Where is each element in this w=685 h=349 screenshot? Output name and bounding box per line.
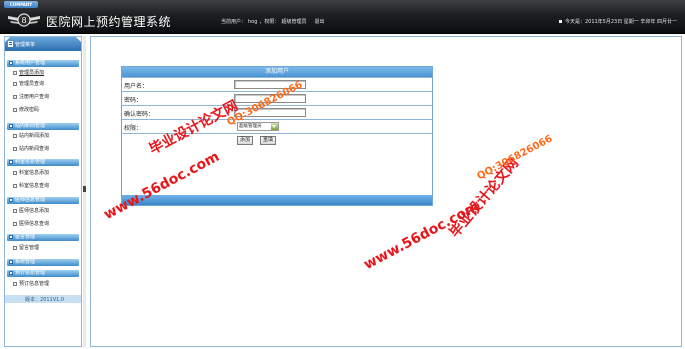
sidebar-item-admin-add[interactable]: 管理员添加 [13, 69, 79, 78]
group-system-users[interactable]: 系统用户管理 [7, 60, 79, 67]
group-icon [9, 235, 13, 239]
page-icon [13, 71, 17, 75]
sidebar-item-message-manage[interactable]: 留言管理 [13, 244, 79, 253]
group-doctors[interactable]: 医师信息管理 [7, 197, 79, 204]
company-label: COMPANY [4, 1, 38, 8]
current-user-info: 当前用户： hog ，权限： 超级管理员 退出 [221, 18, 326, 25]
sidebar: 管理菜单 系统用户管理 管理员添加 管理员查询 注册用户查询 修改密码 站内新闻… [4, 36, 82, 347]
group-icon [9, 198, 13, 202]
sidebar-item-label: 医师信息查询 [19, 221, 50, 227]
sidebar-item-news-add[interactable]: 站内新闻添加 [13, 132, 79, 141]
page-icon [13, 108, 17, 112]
sidebar-footer: 版本：2011V1.0 [5, 295, 81, 303]
group-site-news[interactable]: 站内新闻管理 [7, 123, 79, 130]
page-icon [13, 134, 17, 138]
group-icon [9, 160, 13, 164]
form-footer-bar [122, 195, 432, 205]
role-label: 权限： [124, 125, 143, 132]
sidebar-item-label: 注册用户查询 [19, 94, 50, 100]
group-departments[interactable]: 科室信息管理 [7, 159, 79, 166]
collapse-handle-icon[interactable] [83, 186, 86, 192]
sidebar-item-department-query[interactable]: 科室信息查询 [13, 182, 79, 191]
sidebar-item-label: 科室信息查询 [19, 183, 50, 189]
sidebar-title: 管理菜单 [15, 42, 36, 48]
app-title: 医院网上预约管理系统 [46, 15, 172, 29]
group-messages[interactable]: 留言管理 [7, 234, 79, 241]
username-row: 用户名： [122, 77, 432, 91]
date-display: 今天是：2011年5月23日 星期一 辛卯年 四月廿一 [558, 18, 677, 25]
sidebar-item-booking-manage[interactable]: 预订信息管理 [13, 280, 79, 289]
dropdown-arrow-icon[interactable] [271, 123, 278, 130]
sidebar-item-label: 留言管理 [19, 245, 40, 251]
group-label: 留言管理 [15, 234, 36, 240]
group-bookings[interactable]: 预订信息管理 [7, 270, 79, 277]
sidebar-item-label: 医师信息添加 [19, 208, 50, 214]
group-icon [9, 124, 13, 128]
user-name: hog [248, 19, 258, 25]
confirm-password-row: 确认密码： [122, 105, 432, 119]
sidebar-item-news-query[interactable]: 站内新闻查询 [13, 145, 79, 154]
sidebar-item-admin-query[interactable]: 管理员查询 [13, 80, 79, 89]
logout-link[interactable]: 退出 [314, 19, 324, 25]
app-header: COMPANY 8 医院网上预约管理系统 当前用户： hog ，权限： 超级管理员 退出… [0, 0, 685, 34]
sidebar-item-label: 站内新闻添加 [19, 133, 50, 139]
bullet-icon [558, 20, 562, 23]
main-frame: 添加用户 用户名： 密码： 确认密码： 权限： 超级管理员 添加 重填 [90, 36, 682, 347]
password-label: 密码： [124, 97, 143, 104]
role-select[interactable]: 超级管理员 [237, 122, 279, 131]
group-label: 站内新闻管理 [15, 123, 46, 129]
page-icon [13, 222, 17, 226]
sidebar-item-change-password[interactable]: 修改密码 [13, 106, 79, 115]
page-icon [13, 171, 17, 175]
user-prefix: 当前用户： [221, 19, 247, 25]
sidebar-item-department-add[interactable]: 科室信息添加 [13, 169, 79, 178]
group-icon [9, 260, 13, 264]
add-button[interactable]: 添加 [237, 136, 254, 145]
group-label: 预订信息管理 [15, 270, 46, 276]
version-text: 版本：2011V1.0 [25, 297, 65, 303]
sidebar-header: 管理菜单 [5, 37, 81, 51]
group-label: 医师信息管理 [15, 197, 46, 203]
sidebar-item-registered-users[interactable]: 注册用户查询 [13, 93, 79, 102]
group-icon [9, 271, 13, 275]
confirm-password-label: 确认密码： [124, 111, 155, 118]
group-label: 科室信息管理 [15, 159, 46, 165]
sidebar-item-label: 站内新闻查询 [19, 146, 50, 152]
sidebar-item-label: 管理员查询 [19, 81, 45, 87]
group-label: 系统管理 [15, 259, 36, 265]
page-icon [13, 184, 17, 188]
username-label: 用户名： [124, 83, 149, 90]
page-icon [13, 282, 17, 286]
sidebar-item-label: 预订信息管理 [19, 281, 50, 287]
sidebar-item-label: 科室信息添加 [19, 170, 50, 176]
page-icon [13, 95, 17, 99]
sidebar-item-label: 管理员添加 [19, 70, 45, 76]
winged-logo-icon: 8 [8, 13, 40, 27]
svg-text:8: 8 [21, 16, 26, 25]
sidebar-item-doctor-add[interactable]: 医师信息添加 [13, 207, 79, 216]
group-label: 系统用户管理 [15, 60, 46, 66]
role-selected-value: 超级管理员 [239, 124, 262, 129]
menu-icon [8, 41, 13, 47]
sidebar-item-doctor-query[interactable]: 医师信息查询 [13, 220, 79, 229]
page-icon [13, 147, 17, 151]
page-icon [13, 246, 17, 250]
sidebar-item-label: 修改密码 [19, 107, 40, 113]
page-icon [13, 82, 17, 86]
page-icon [13, 209, 17, 213]
role-name: 超级管理员 [281, 19, 307, 25]
role-prefix: ，权限： [259, 19, 280, 25]
form-caption: 添加用户 [122, 67, 432, 77]
reset-button[interactable]: 重填 [260, 136, 277, 145]
group-icon [9, 61, 13, 65]
group-system[interactable]: 系统管理 [7, 259, 79, 266]
sidebar-splitter[interactable] [83, 36, 86, 347]
date-text: 今天是：2011年5月23日 星期一 辛卯年 四月廿一 [564, 19, 677, 25]
